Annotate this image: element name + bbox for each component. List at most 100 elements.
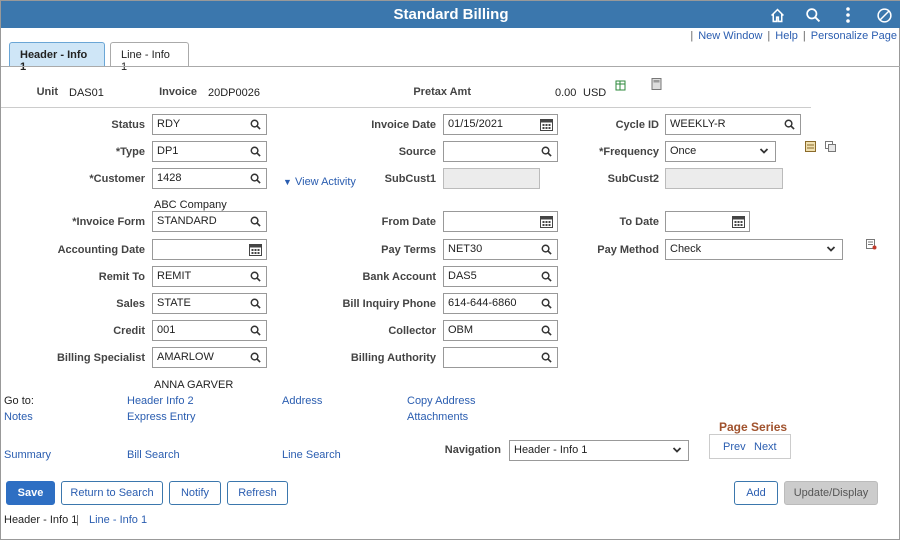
- calendar-icon[interactable]: [540, 215, 553, 228]
- collector-field[interactable]: OBM: [443, 320, 558, 341]
- status-label: Status: [111, 119, 145, 131]
- pretax-amt-label: Pretax Amt: [413, 86, 471, 98]
- navigation-label: Navigation: [444, 444, 501, 456]
- page-series-label: Page Series: [719, 420, 788, 434]
- schedule-icon[interactable]: [805, 141, 816, 152]
- from-date-label: From Date: [381, 216, 436, 228]
- title-bar: Standard Billing: [1, 1, 900, 28]
- type-field[interactable]: DP1: [152, 141, 267, 162]
- address-link[interactable]: Address: [282, 395, 322, 407]
- unit-value: DAS01: [69, 87, 104, 99]
- pay-terms-field[interactable]: NET30: [443, 239, 558, 260]
- summary-divider: [1, 107, 811, 108]
- to-date-label: To Date: [619, 216, 659, 228]
- invoice-value: 20DP0026: [208, 87, 260, 99]
- search-icon[interactable]: [540, 243, 553, 256]
- search-icon[interactable]: [783, 118, 796, 131]
- line-search-link[interactable]: Line Search: [282, 449, 341, 461]
- accounting-date-label: Accounting Date: [57, 244, 145, 256]
- invoice-date-field[interactable]: 01/15/2021: [443, 114, 558, 135]
- calendar-icon[interactable]: [540, 118, 553, 131]
- from-date-field[interactable]: [443, 211, 558, 232]
- remit-to-field[interactable]: REMIT: [152, 266, 267, 287]
- search-icon[interactable]: [249, 351, 262, 364]
- copy-address-link[interactable]: Copy Address: [407, 395, 475, 407]
- to-date-field[interactable]: [665, 211, 750, 232]
- refresh-button[interactable]: Refresh: [227, 481, 288, 505]
- return-to-search-button[interactable]: Return to Search: [61, 481, 163, 505]
- header-info-2-link[interactable]: Header Info 2: [127, 395, 194, 407]
- search-icon[interactable]: [249, 324, 262, 337]
- customer-name: ABC Company: [154, 199, 227, 211]
- bill-inquiry-phone-field[interactable]: 614-644-6860: [443, 293, 558, 314]
- search-icon[interactable]: [540, 351, 553, 364]
- pay-terms-label: Pay Terms: [381, 244, 436, 256]
- footer-line-info-1-link[interactable]: Line - Info 1: [89, 514, 147, 526]
- chevron-down-icon: [759, 146, 769, 156]
- invoice-form-field[interactable]: STANDARD: [152, 211, 267, 232]
- help-link[interactable]: Help: [775, 30, 798, 42]
- currency-code: USD: [583, 87, 607, 99]
- accounting-date-field[interactable]: [152, 239, 267, 260]
- search-icon[interactable]: [249, 215, 262, 228]
- search-icon[interactable]: [540, 145, 553, 158]
- subcust1-label: SubCust1: [384, 173, 436, 185]
- search-icon[interactable]: [249, 270, 262, 283]
- express-entry-link[interactable]: Express Entry: [127, 411, 195, 423]
- more-icon[interactable]: [838, 5, 858, 25]
- chevron-down-icon: [672, 445, 682, 455]
- remit-to-label: Remit To: [98, 271, 145, 283]
- summary-link[interactable]: Summary: [4, 449, 51, 461]
- source-field[interactable]: [443, 141, 558, 162]
- tab-header-info-1[interactable]: Header - Info 1: [9, 42, 105, 73]
- add-button[interactable]: Add: [734, 481, 778, 505]
- calendar-icon[interactable]: [249, 243, 262, 256]
- bill-search-link[interactable]: Bill Search: [127, 449, 180, 461]
- search-icon[interactable]: [540, 297, 553, 310]
- pretax-amt-value: 0.00: [555, 87, 577, 99]
- credit-field[interactable]: 001: [152, 320, 267, 341]
- notes-link[interactable]: Notes: [4, 411, 33, 423]
- home-icon[interactable]: [767, 5, 787, 25]
- block-icon[interactable]: [874, 5, 894, 25]
- goto-label: Go to:: [4, 395, 34, 407]
- attachments-link[interactable]: Attachments: [407, 411, 468, 423]
- sales-field[interactable]: STATE: [152, 293, 267, 314]
- prev-link[interactable]: Prev: [723, 441, 746, 453]
- new-window-link[interactable]: New Window: [698, 30, 762, 42]
- search-icon[interactable]: [540, 324, 553, 337]
- details-icon[interactable]: [866, 239, 877, 250]
- billing-specialist-field[interactable]: AMARLOW: [152, 347, 267, 368]
- type-label: *Type: [115, 146, 145, 158]
- update-display-button: Update/Display: [784, 481, 878, 505]
- next-link[interactable]: Next: [754, 441, 777, 453]
- calendar-icon[interactable]: [732, 215, 745, 228]
- spreadsheet-icon[interactable]: [615, 80, 626, 91]
- search-icon[interactable]: [249, 145, 262, 158]
- cycle-id-field[interactable]: WEEKLY-R: [665, 114, 801, 135]
- customer-field[interactable]: 1428: [152, 168, 267, 189]
- bill-inquiry-phone-label: Bill Inquiry Phone: [342, 298, 436, 310]
- navigation-select[interactable]: Header - Info 1: [509, 440, 689, 461]
- billing-authority-field[interactable]: [443, 347, 558, 368]
- invoice-label: Invoice: [159, 86, 197, 98]
- search-icon[interactable]: [540, 270, 553, 283]
- bank-account-field[interactable]: DAS5: [443, 266, 558, 287]
- status-field[interactable]: RDY: [152, 114, 267, 135]
- bank-account-label: Bank Account: [362, 271, 436, 283]
- subcust1-field: [443, 168, 540, 189]
- tab-line-info-1[interactable]: Line - Info 1: [110, 42, 189, 73]
- search-icon[interactable]: [249, 172, 262, 185]
- search-icon[interactable]: [249, 297, 262, 310]
- frequency-select[interactable]: Once: [665, 141, 776, 162]
- personalize-page-link[interactable]: Personalize Page: [811, 30, 897, 42]
- billing-specialist-name: ANNA GARVER: [154, 379, 234, 391]
- pay-method-select[interactable]: Check: [665, 239, 843, 260]
- calculator-icon[interactable]: [651, 78, 662, 90]
- notify-button[interactable]: Notify: [169, 481, 221, 505]
- search-icon[interactable]: [803, 5, 823, 25]
- save-button[interactable]: Save: [6, 481, 55, 505]
- copy-icon[interactable]: [825, 141, 836, 152]
- search-icon[interactable]: [249, 118, 262, 131]
- top-links: | New Window | Help | Personalize Page: [690, 30, 897, 42]
